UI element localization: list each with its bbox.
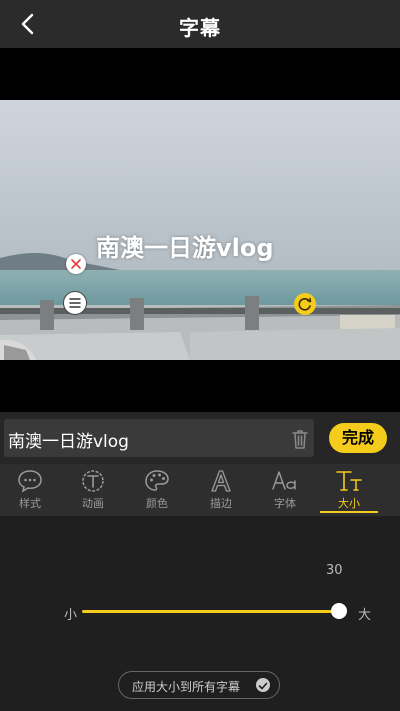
active-tab-indicator	[320, 511, 378, 513]
slider-max-label: 大	[358, 608, 372, 623]
done-button[interactable]: 完成	[329, 423, 387, 453]
speech-bubble-icon	[18, 470, 42, 493]
trash-icon[interactable]	[290, 428, 310, 450]
palette-icon	[145, 470, 169, 491]
outline-a-icon	[211, 470, 231, 492]
tab-stroke[interactable]: 描边	[192, 464, 250, 516]
size-value: 30	[326, 563, 343, 578]
tab-label: 字体	[274, 497, 296, 510]
slider-min-label: 小	[64, 608, 78, 623]
tab-label: 样式	[19, 497, 41, 510]
circle-t-icon	[82, 470, 104, 492]
top-bar: 字幕	[0, 0, 400, 48]
video-preview[interactable]: 南澳一日游vlog	[0, 48, 400, 412]
font-aa-icon	[272, 471, 296, 490]
tab-animation[interactable]: 动画	[64, 464, 122, 516]
tab-font[interactable]: 字体	[256, 464, 314, 516]
size-slider-track[interactable]	[82, 610, 340, 613]
check-icon	[256, 678, 270, 692]
size-slider-thumb[interactable]	[331, 603, 347, 619]
tab-label: 大小	[338, 497, 360, 510]
caption-input-value[interactable]: 南澳一日游vlog	[8, 427, 129, 452]
page-title: 字幕	[179, 16, 221, 40]
tab-label: 描边	[210, 497, 232, 510]
menu-icon[interactable]	[63, 291, 87, 315]
apply-size-to-all-button[interactable]: 应用大小到所有字幕	[118, 671, 280, 699]
close-icon[interactable]	[66, 254, 86, 274]
tab-label: 动画	[82, 497, 104, 510]
tab-size[interactable]: 大小	[320, 464, 378, 516]
style-tabs: 样式 动画 颜色 描边 字体 大小	[0, 464, 400, 516]
apply-all-label: 应用大小到所有字幕	[132, 680, 241, 694]
tab-label: 颜色	[146, 497, 168, 510]
tab-color[interactable]: 颜色	[128, 464, 186, 516]
tab-style[interactable]: 样式	[1, 464, 59, 516]
rotate-icon[interactable]	[294, 293, 316, 315]
caption-text[interactable]: 南澳一日游vlog	[96, 228, 274, 263]
font-size-icon	[336, 471, 362, 491]
